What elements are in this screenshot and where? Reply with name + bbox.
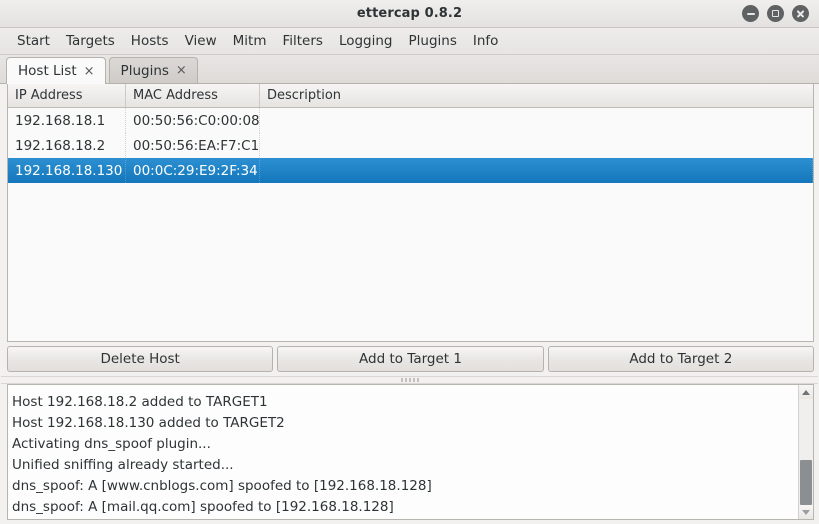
delete-host-button[interactable]: Delete Host — [7, 346, 274, 372]
log-line: Host 192.168.18.2 added to TARGET1 — [12, 394, 268, 410]
cell-ip-address: 192.168.18.2 — [8, 133, 126, 158]
host-list-pane: IP Address MAC Address Description 192.1… — [0, 84, 819, 376]
log-text-area[interactable]: hosts added to the hosts list... Host 19… — [8, 385, 798, 519]
table-row[interactable]: 192.168.18.2 00:50:56:EA:F7:C1 — [8, 133, 813, 158]
menu-item-logging[interactable]: Logging — [331, 30, 401, 52]
scroll-down-arrow-icon[interactable] — [799, 505, 813, 519]
menu-item-plugins[interactable]: Plugins — [401, 30, 465, 52]
host-table-header: IP Address MAC Address Description — [8, 84, 813, 108]
log-line: Host 192.168.18.130 added to TARGET2 — [12, 415, 285, 431]
add-to-target-1-button[interactable]: Add to Target 1 — [277, 346, 544, 372]
log-scrollbar[interactable] — [798, 385, 813, 519]
menu-item-hosts[interactable]: Hosts — [123, 30, 177, 52]
add-to-target-2-button[interactable]: Add to Target 2 — [547, 346, 814, 372]
scrollbar-track[interactable] — [799, 399, 813, 505]
pane-splitter[interactable] — [1, 376, 818, 384]
tab-plugins-close-icon[interactable]: × — [176, 64, 187, 77]
log-line: dns_spoof: A [mail.qq.com] spoofed to [1… — [12, 499, 394, 515]
log-line: dns_spoof: A [www.cnblogs.com] spoofed t… — [12, 478, 432, 494]
cell-mac-address: 00:0C:29:E9:2F:34 — [126, 158, 260, 183]
column-header-mac-address[interactable]: MAC Address — [126, 84, 260, 107]
table-row-selected[interactable]: 192.168.18.130 00:0C:29:E9:2F:34 — [8, 158, 813, 183]
cell-mac-address: 00:50:56:C0:00:08 — [126, 108, 260, 133]
menu-item-filters[interactable]: Filters — [274, 30, 330, 52]
column-header-ip-address[interactable]: IP Address — [8, 84, 126, 107]
log-line: Activating dns_spoof plugin... — [12, 436, 211, 452]
tab-host-list[interactable]: Host List × — [6, 57, 106, 84]
window-title: ettercap 0.8.2 — [356, 6, 463, 21]
menu-item-view[interactable]: View — [177, 30, 225, 52]
tab-strip: Host List × Plugins × — [0, 55, 819, 84]
minimize-button[interactable] — [742, 5, 759, 22]
log-pane: hosts added to the hosts list... Host 19… — [7, 384, 814, 520]
tab-plugins-label: Plugins — [120, 62, 169, 79]
menu-item-start[interactable]: Start — [9, 30, 58, 52]
menu-item-targets[interactable]: Targets — [58, 30, 123, 52]
menu-item-info[interactable]: Info — [465, 30, 507, 52]
minimize-icon — [746, 12, 755, 15]
cell-ip-address: 192.168.18.130 — [8, 158, 126, 183]
scroll-up-arrow-icon[interactable] — [799, 385, 813, 399]
tab-host-list-label: Host List — [18, 63, 77, 79]
cell-mac-address: 00:50:56:EA:F7:C1 — [126, 133, 260, 158]
table-row[interactable]: 192.168.18.1 00:50:56:C0:00:08 — [8, 108, 813, 133]
cell-ip-address: 192.168.18.1 — [8, 108, 126, 133]
column-header-description[interactable]: Description — [260, 84, 813, 107]
splitter-grip-icon — [400, 378, 419, 382]
close-button[interactable] — [792, 5, 809, 22]
title-bar: ettercap 0.8.2 — [0, 0, 819, 28]
menu-item-mitm[interactable]: Mitm — [225, 30, 275, 52]
host-table: IP Address MAC Address Description 192.1… — [7, 84, 814, 342]
log-line-clipped: hosts added to the hosts list... — [12, 385, 798, 392]
tab-plugins[interactable]: Plugins × — [108, 57, 198, 83]
maximize-button[interactable] — [767, 5, 784, 22]
window-controls — [742, 5, 819, 22]
cell-description — [260, 133, 813, 158]
menu-bar: Start Targets Hosts View Mitm Filters Lo… — [0, 28, 819, 55]
tab-host-list-close-icon[interactable]: × — [84, 65, 95, 78]
cell-description — [260, 158, 813, 183]
host-action-buttons: Delete Host Add to Target 1 Add to Targe… — [7, 342, 814, 376]
maximize-icon — [772, 10, 779, 17]
host-table-body: 192.168.18.1 00:50:56:C0:00:08 192.168.1… — [8, 108, 813, 341]
log-line: Unified sniffing already started... — [12, 457, 234, 473]
ettercap-window: ettercap 0.8.2 Start Targets Hosts View … — [0, 0, 819, 524]
cell-description — [260, 108, 813, 133]
scrollbar-thumb[interactable] — [800, 460, 812, 505]
